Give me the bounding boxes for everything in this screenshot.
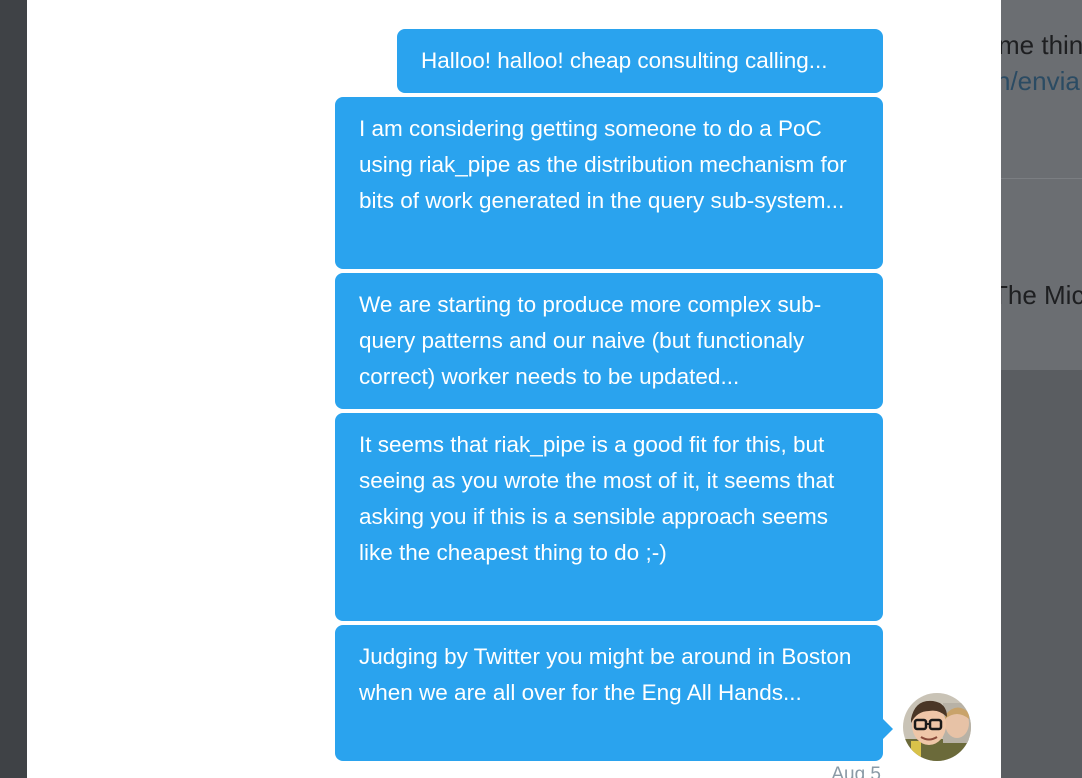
background-text: The Mic: [992, 280, 1082, 310]
conversation-modal: Halloo! halloo! cheap consulting calling…: [27, 0, 1001, 778]
message-bubble: Judging by Twitter you might be around i…: [335, 625, 883, 761]
background-text: me thin: [998, 30, 1082, 60]
avatar[interactable]: [903, 693, 971, 761]
message-timestamp: Aug 5: [831, 764, 881, 778]
bubble-tail: [883, 719, 893, 739]
message-bubble: Halloo! halloo! cheap consulting calling…: [397, 29, 883, 93]
background-app: me thin n/envia The Mic: [990, 0, 1082, 778]
message-bubble: It seems that riak_pipe is a good fit fo…: [335, 413, 883, 621]
background-divider: [990, 178, 1082, 179]
message-bubble: I am considering getting someone to do a…: [335, 97, 883, 269]
background-link: n/envia: [996, 66, 1080, 96]
profile-photo-icon: [903, 693, 971, 761]
message-bubble: We are starting to produce more complex …: [335, 273, 883, 409]
background-overlay-left: [0, 0, 27, 778]
